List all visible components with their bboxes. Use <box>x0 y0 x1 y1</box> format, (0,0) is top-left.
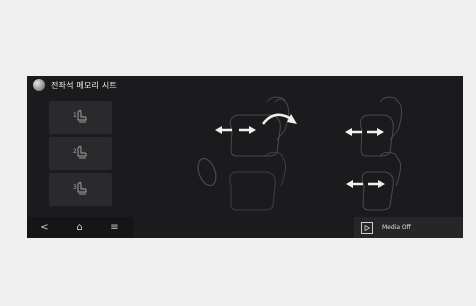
rear-right-seat-icon <box>361 151 401 211</box>
media-widget[interactable]: Media Off <box>354 217 463 238</box>
slide-arrow-icon <box>345 128 384 136</box>
memory-slot-number: 1 <box>73 112 77 119</box>
driver-seat-icon <box>229 96 290 157</box>
home-icon: ⌂ <box>76 222 83 233</box>
seat-memory-icon: 1 <box>73 110 87 123</box>
steering-wheel-icon <box>197 157 217 187</box>
seat-memory-icon: 3 <box>73 182 87 195</box>
seat-memory-screen: 전좌석 메모리 시트 1 2 3 < ⌂ ≡ Media Off <box>27 76 463 238</box>
menu-button[interactable]: ≡ <box>97 217 132 238</box>
back-button[interactable]: < <box>27 217 62 238</box>
slide-arrow-icon <box>346 180 385 188</box>
navigation-bar: < ⌂ ≡ <box>27 217 133 238</box>
media-status: Media Off <box>382 224 411 231</box>
memory-slot-number: 3 <box>73 184 77 191</box>
play-icon[interactable] <box>361 221 373 234</box>
bottom-bar: < ⌂ ≡ Media Off <box>27 217 463 238</box>
rear-left-seat-icon <box>229 151 286 211</box>
home-button[interactable]: ⌂ <box>62 217 97 238</box>
passenger-seat-icon <box>359 96 403 157</box>
memory-button-3[interactable]: 3 <box>49 173 112 206</box>
memory-button-2[interactable]: 2 <box>49 137 112 170</box>
seat-memory-icon: 2 <box>73 146 87 159</box>
memory-button-1[interactable]: 1 <box>49 101 112 134</box>
menu-icon: ≡ <box>110 222 119 233</box>
seat-icon <box>33 79 45 91</box>
back-icon: < <box>40 222 49 233</box>
page-title: 전좌석 메모리 시트 <box>51 80 117 90</box>
memory-slot-number: 2 <box>73 148 77 155</box>
seat-diagram <box>197 96 403 211</box>
slide-arrow-icon <box>215 126 256 134</box>
